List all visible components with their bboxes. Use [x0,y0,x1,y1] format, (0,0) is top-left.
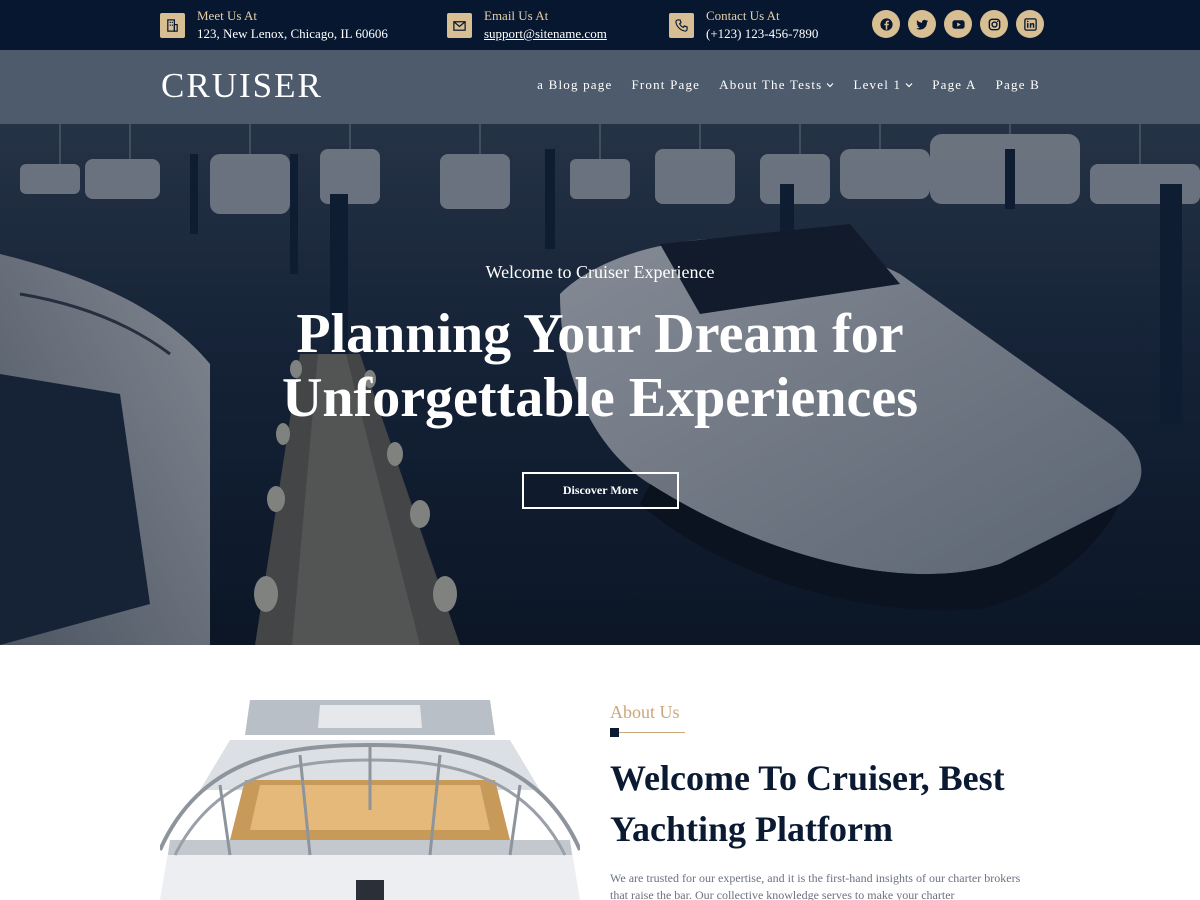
about-us-label: About Us [610,702,680,722]
twitter-icon[interactable] [908,10,936,38]
nav-item-blog-page[interactable]: a Blog page [537,77,612,93]
about-heading-line-1: Welcome To Cruiser, Best [610,758,1005,798]
youtube-icon[interactable] [944,10,972,38]
nav-item-label: Page A [932,77,977,92]
about-heading-line-2: Yachting Platform [610,809,893,849]
nav-item-label: Front Page [631,77,701,92]
hero-title-line-2: Unforgettable Experiences [281,367,919,429]
nav-item-label: a Blog page [537,77,613,92]
social-links [872,10,1044,38]
contact-us-title: Contact Us At [706,8,780,23]
instagram-icon[interactable] [980,10,1008,38]
phone-icon [669,12,694,38]
envelope-icon [447,12,472,38]
contact-phone[interactable]: (+123) 123-456-7890 [706,25,818,43]
nav-item-label: Page B [995,77,1040,92]
nav-item-label: About The Tests [719,77,823,92]
email-us-title: Email Us At [484,8,549,23]
facebook-icon[interactable] [872,10,900,38]
chevron-down-icon [905,83,913,88]
building-icon [160,12,185,38]
about-section: About Us Welcome To Cruiser, Best Yachti… [0,645,1200,900]
nav-menu: a Blog page Front Page About The Tests L… [537,77,1040,93]
discover-more-button[interactable]: Discover More [522,472,679,509]
meet-us-block: Meet Us At 123, New Lenox, Chicago, IL 6… [160,8,388,42]
hero-title-line-1: Planning Your Dream for [296,303,904,365]
nav-item-level-1[interactable]: Level 1 [853,77,913,93]
about-heading: Welcome To Cruiser, Best Yachting Platfo… [610,753,1050,855]
hero-title: Planning Your Dream for Unforgettable Ex… [0,302,1200,430]
meet-us-address: 123, New Lenox, Chicago, IL 60606 [197,26,388,41]
section-divider [610,728,685,738]
nav-item-page-a[interactable]: Page A [932,77,976,93]
about-body-text: We are trusted for our expertise, and it… [610,871,1021,900]
main-navigation: CRUISER a Blog page Front Page About The… [0,50,1200,124]
hero-subtitle: Welcome to Cruiser Experience [485,262,715,282]
nav-item-front-page[interactable]: Front Page [631,77,700,93]
hero-banner: Welcome to Cruiser Experience Planning Y… [0,124,1200,645]
contact-us-block: Contact Us At (+123) 123-456-7890 [669,8,818,42]
email-link[interactable]: support@sitename.com [484,25,607,43]
email-us-block: Email Us At support@sitename.com [447,8,607,42]
nav-item-page-b[interactable]: Page B [996,77,1040,93]
nav-item-label: Level 1 [853,77,902,92]
chevron-down-icon [827,83,834,88]
yacht-front-image [160,700,580,900]
linkedin-icon[interactable] [1016,10,1044,38]
nav-item-about-the-tests[interactable]: About The Tests [719,77,834,93]
meet-us-title: Meet Us At [197,8,257,23]
top-info-bar: Meet Us At 123, New Lenox, Chicago, IL 6… [0,0,1200,50]
site-logo[interactable]: CRUISER [161,66,323,106]
